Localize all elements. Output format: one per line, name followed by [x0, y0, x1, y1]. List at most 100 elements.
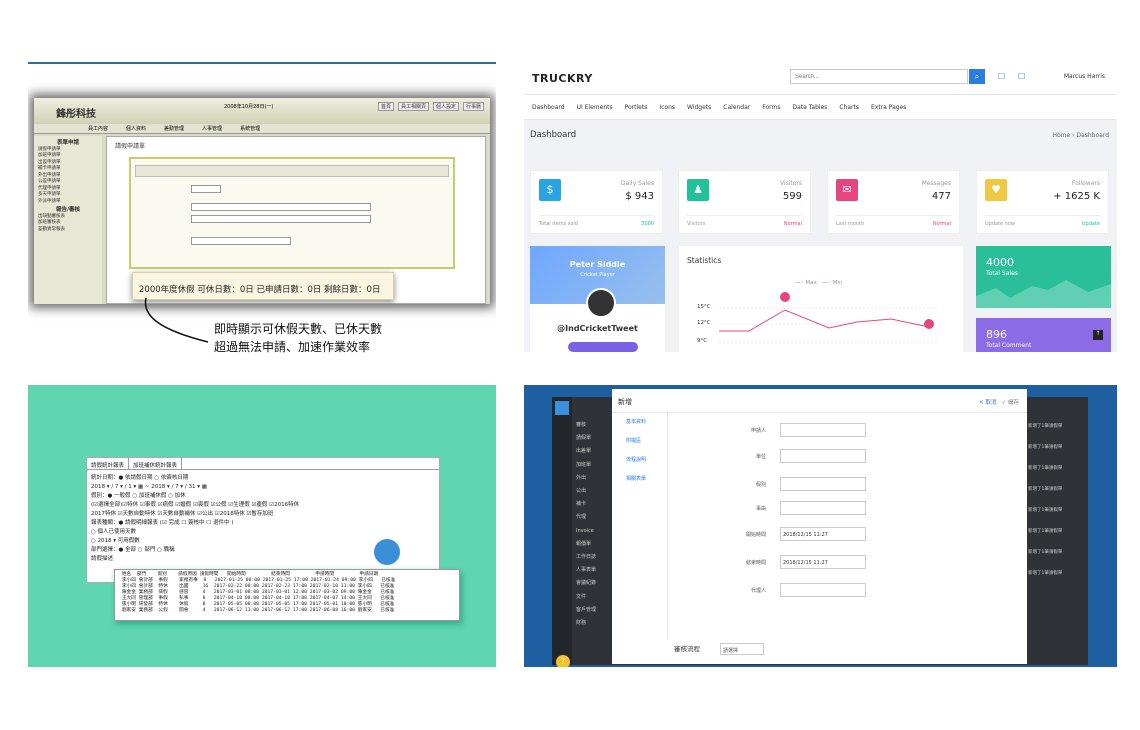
section-link[interactable]: 流程說明 [626, 451, 667, 470]
section-link[interactable]: 基本資料 [626, 413, 667, 432]
user-menu[interactable]: Marcus Harris [1064, 73, 1105, 80]
agent-select[interactable] [191, 237, 291, 245]
activity-item[interactable]: 新增了1筆請假單 [1028, 507, 1088, 514]
filter-date-mode[interactable]: 統計日期：● 依請假日期 ○ 依簽核日期 [91, 474, 435, 483]
activity-item[interactable]: 新增了1筆請假單 [1028, 423, 1088, 430]
nav-item[interactable]: Extra Pages [871, 104, 906, 111]
mail-icon: ✉ [836, 179, 858, 201]
card-foot-left: Last month [836, 221, 865, 227]
card-foot-left: Update now [985, 221, 1016, 227]
header-link-home[interactable]: 首頁 [377, 102, 394, 111]
sidebar-item[interactable]: 外派申請單 [38, 199, 98, 206]
modal-sections: 基本資料 附檔區 流程說明 相關表單 [612, 413, 668, 639]
nav-item[interactable]: Calendar [723, 104, 750, 111]
header-links: 首頁 員工相關頁 個人設定 行事曆 [377, 102, 484, 111]
menu-item[interactable]: 員工內容 [88, 125, 108, 132]
cancel-button[interactable]: ✕ 取消 [979, 400, 996, 406]
filter-report-type-2[interactable]: ○ 個人已使用天數 [91, 528, 435, 537]
breadcrumb[interactable]: Home › Dashboard [1053, 132, 1109, 139]
filter-leave-type[interactable]: 假別：● 一般假 ○ 加班補休假 ○ 加休 [91, 492, 435, 501]
nav-item[interactable]: Widgets [687, 104, 711, 111]
profile-handle: @IndCricketTweet [557, 324, 638, 333]
message-icon[interactable]: ☐ [1018, 72, 1025, 81]
start-date-select[interactable] [191, 203, 371, 211]
filter-date-range[interactable]: 2018 ▾ / 7 ▾ / 1 ▾ ▦ ~ 2018 ▾ / 7 ▾ / 31… [91, 483, 435, 492]
follow-button[interactable] [568, 342, 638, 352]
activity-item[interactable]: 新增了1筆請假單 [1028, 444, 1088, 451]
nav-item[interactable]: Data Tables [793, 104, 828, 111]
filter-leave-options-2[interactable]: 2017特休 ☑天數自動特休 ☑天數自動補休 ☑公出 ☑2018特休 ☑暫存加班 [91, 510, 435, 519]
card-foot-right: 3000 [641, 221, 654, 227]
approval-flow-select[interactable]: 請選擇 [720, 643, 764, 655]
nav-item[interactable]: Forms [762, 104, 780, 111]
header-link-calendar[interactable]: 行事曆 [462, 102, 484, 111]
users-icon: ♟ [687, 179, 709, 201]
search-input[interactable] [790, 69, 968, 84]
field-agent: 代理人 [712, 583, 912, 597]
header-link-employee[interactable]: 員工相關頁 [397, 102, 429, 111]
nav-item[interactable]: Charts [839, 104, 859, 111]
card-label: Messages [921, 180, 951, 187]
profile-name: Peter Siddle [569, 260, 626, 269]
scroll-top-icon[interactable]: ↑ [1093, 330, 1103, 340]
end-date-select[interactable] [191, 215, 371, 223]
report-tabs: 請假統計報表 加班補休統計報表 [87, 458, 439, 470]
card-foot-right: Update [1081, 221, 1100, 227]
admin-dashboard-screenshot: TRUCKRY ⌕ ☐ ☐ Marcus Harris Dashboard UI… [524, 62, 1117, 352]
filter-leave-options[interactable]: (☑選擇全部)☑特休 ☑事假 ☑病假 ☑婚假 ☑喪假 ☑公假 ☑生理假 ☑產假 … [91, 501, 435, 510]
dollar-icon: $ [539, 179, 561, 201]
card-label: Followers [1071, 180, 1100, 187]
activity-item[interactable]: 新增了1筆請假單 [1028, 465, 1088, 472]
form-header-row [135, 165, 449, 177]
profile-card: Peter Siddle Cricket Player @IndCricketT… [530, 246, 665, 352]
modal-title: 新增 [618, 398, 632, 406]
nav-item[interactable]: Icons [659, 104, 675, 111]
activity-item[interactable]: 新增了1筆請假單 [1028, 486, 1088, 493]
stat-card-visitors: ♟ Visitors 599 Visitors Normal [678, 170, 811, 234]
total-sales-tile: 4000 Total Sales [976, 246, 1111, 308]
tile-label: Total Comment [986, 342, 1032, 349]
tab-leave-report[interactable]: 請假統計報表 [87, 458, 130, 469]
menu-item[interactable]: 人事管理 [202, 125, 222, 132]
section-link[interactable]: 相關表單 [626, 470, 667, 489]
stat-card-followers: ♥ Followers + 1625 K Update now Update [976, 170, 1109, 234]
nav-item[interactable]: UI Elements [577, 104, 613, 111]
activity-item[interactable]: 新增了1筆請假單 [1028, 549, 1088, 556]
section-link[interactable]: 附檔區 [626, 432, 667, 451]
filter-report-type[interactable]: 報表種類：● 請假明細報表 (☑ 完成 ☐ 簽核中 ☐ 退件中 ) [91, 519, 435, 528]
form-title: 請假申請單 [115, 143, 146, 150]
leave-system-screenshot: 鋒彤科技 2008年10月28日(一) 首頁 員工相關頁 個人設定 行事曆 員工… [28, 62, 496, 354]
menu-item[interactable]: 差勤管理 [164, 125, 184, 132]
search-icon[interactable]: ⌕ [969, 69, 985, 84]
activity-item[interactable]: 新增了1筆請假單 [1028, 570, 1088, 577]
save-button[interactable]: ✓ 儲存 [1002, 400, 1019, 406]
header-link-settings[interactable]: 個人設定 [432, 102, 459, 111]
modal-actions: ✕ 取消 ✓ 儲存 [979, 398, 1019, 406]
notification-icon[interactable]: ☐ [998, 72, 1005, 81]
field-applicant: 申請人 [712, 423, 912, 437]
menu-item[interactable]: 個人資料 [126, 125, 146, 132]
menu-item[interactable]: 系統管理 [240, 125, 260, 132]
statistics-card: Statistics —◦ Max —◦ Min 15°C 12°C 9°C [679, 246, 963, 352]
top-bar: TRUCKRY ⌕ ☐ ☐ Marcus Harris [524, 62, 1117, 95]
annotation-line-1: 即時顯示可休假天數、已休天數 [214, 322, 383, 336]
leave-form [129, 157, 455, 269]
card-label: Daily Sales [620, 180, 654, 187]
redirect-arrow-icon [374, 539, 400, 565]
approval-flow-label: 審核流程 [674, 645, 700, 653]
card-footer: Visitors Normal [687, 215, 802, 227]
nav-item[interactable]: Dashboard [532, 104, 565, 111]
field-end-time: 結束時間 2018/12/15 11:27 [712, 555, 912, 569]
sidebar-item[interactable]: 差勤異常報表 [38, 227, 98, 234]
card-value: 477 [931, 191, 951, 202]
tab-overtime-report[interactable]: 加班補休統計報表 [129, 458, 183, 469]
sidebar: 表單申請 請假申請單 加班申請單 出差申請單 補卡申請單 外出申請單 公差申請單… [34, 136, 102, 304]
new-form-modal: 新增 ✕ 取消 ✓ 儲存 基本資料 附檔區 流程說明 相關表單 申請人 單位 假… [612, 389, 1027, 664]
activity-item[interactable]: 新增了1筆請假單 [1028, 528, 1088, 535]
form-modal-screenshot: 審核 請假單 出差單 加班單 外出 公出 補卡 代理 Invoice 報價單 工… [524, 385, 1117, 667]
help-icon[interactable]: ? [556, 655, 570, 667]
stat-card-sales: $ Daily Sales $ 943 Total items sold 3000 [530, 170, 663, 234]
heart-icon: ♥ [985, 179, 1007, 201]
leave-type-select[interactable] [191, 185, 221, 193]
nav-item[interactable]: Portlets [625, 104, 648, 111]
